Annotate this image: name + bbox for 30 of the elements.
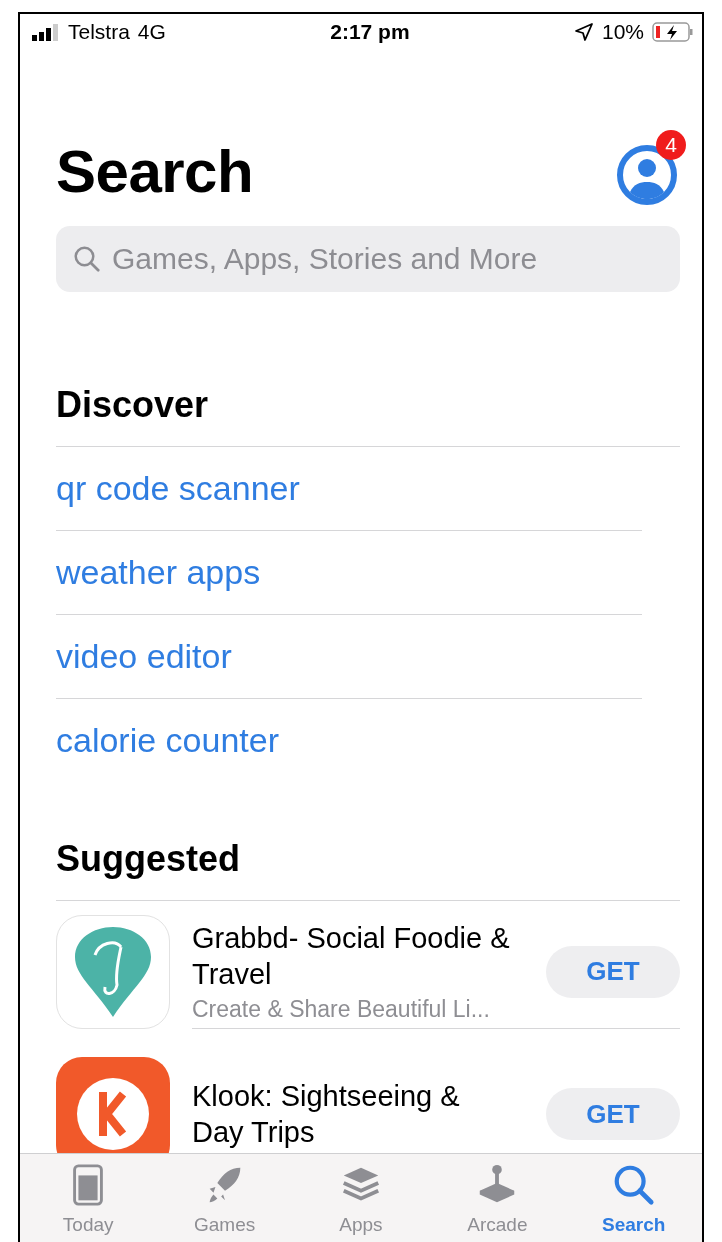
carrier-name: Telstra xyxy=(68,20,130,44)
section-heading: Suggested xyxy=(56,838,680,901)
search-field[interactable]: Games, Apps, Stories and More xyxy=(56,226,680,292)
discover-link[interactable]: weather apps xyxy=(56,553,261,592)
signal-icon xyxy=(32,23,60,41)
tab-bar-item[interactable]: Apps xyxy=(305,1154,416,1242)
get-button[interactable]: GET xyxy=(546,945,680,998)
app-icon[interactable] xyxy=(56,1057,170,1153)
app-name: Grabbd- Social Foodie & Travel xyxy=(192,921,511,992)
get-button[interactable]: GET xyxy=(546,1088,680,1140)
app-subtitle: Create & Share Beautiful Li... xyxy=(192,996,491,1023)
section-heading: Discover xyxy=(56,384,680,447)
tab-bar-item[interactable]: Search xyxy=(578,1154,689,1242)
battery-charging-icon xyxy=(652,21,694,43)
discover-link[interactable]: video editor xyxy=(56,637,232,676)
account-button[interactable]: 4 xyxy=(616,130,686,206)
battery-percent: 10% xyxy=(601,20,644,44)
location-arrow-icon xyxy=(573,22,594,42)
tab-bar-item[interactable]: Arcade xyxy=(442,1154,553,1242)
search-icon xyxy=(72,244,102,274)
app-name: Klook: Sightseeing & Day Trips xyxy=(192,1079,461,1150)
network-type: 4G xyxy=(137,20,166,44)
app-icon[interactable] xyxy=(56,915,170,1029)
status-time: 2:17 pm xyxy=(330,20,410,44)
discover-link[interactable]: qr code scanner xyxy=(56,469,300,508)
tab-bar-item[interactable]: Games xyxy=(169,1154,280,1242)
notification-badge: 4 xyxy=(656,130,686,160)
tab-bar-item[interactable]: Today xyxy=(33,1154,144,1242)
page-title: Search xyxy=(56,138,254,206)
discover-link[interactable]: calorie counter xyxy=(56,721,279,760)
